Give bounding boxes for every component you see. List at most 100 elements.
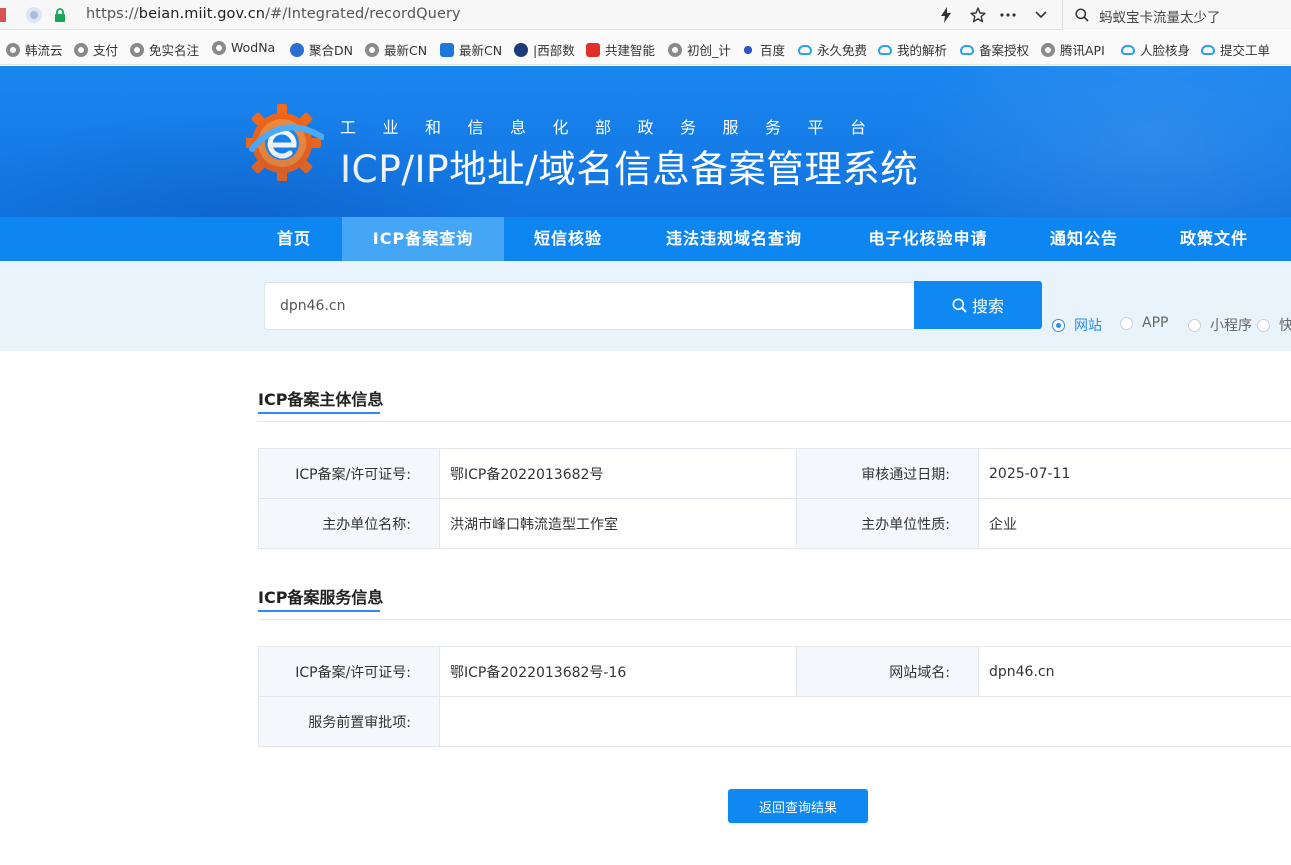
bookmark-item[interactable]: 腾讯API — [1041, 40, 1111, 59]
nav-sms-verify[interactable]: 短信核验 — [504, 217, 632, 261]
bookmark-label: 共建智能 — [605, 43, 656, 58]
table-row: ICP备案/许可证号: 鄂ICP备2022013682号 审核通过日期: 202… — [258, 448, 1291, 499]
bookmark-label: 备案授权 — [979, 43, 1030, 58]
lightning-icon[interactable] — [935, 4, 957, 26]
browser-search-box[interactable]: 蚂蚁宝卡流量太少了 — [1063, 0, 1291, 30]
bookmark-item[interactable]: 最新CN — [365, 40, 435, 59]
site-badge-icon[interactable] — [26, 7, 42, 23]
bookmark-globe-icon — [1041, 42, 1055, 57]
organizer-type-label: 主办单位性质: — [796, 498, 979, 549]
star-icon[interactable] — [967, 4, 989, 26]
bookmark-item[interactable]: 永久免费 — [798, 40, 870, 59]
bookmark-globe-icon — [212, 40, 226, 55]
table-row: ICP备案/许可证号: 鄂ICP备2022013682号-16 网站域名: dp… — [258, 646, 1291, 697]
nav-illegal-domain-query[interactable]: 违法违规域名查询 — [632, 217, 836, 261]
bookmark-navy-icon — [514, 42, 528, 57]
radio-label: APP — [1142, 315, 1169, 331]
nav-home[interactable]: 首页 — [246, 217, 342, 261]
radio-quickapp[interactable]: 快 — [1257, 315, 1291, 335]
radio-dot-icon — [1257, 318, 1270, 332]
url-path: /#/Integrated/recordQuery — [265, 6, 461, 22]
radio-app[interactable]: APP — [1120, 315, 1168, 331]
bookmark-item[interactable]: 支付 — [74, 40, 124, 59]
bookmark-label: 初创_计 — [687, 43, 731, 58]
organizer-name-label: 主办单位名称: — [258, 498, 440, 549]
bookmark-globe-icon — [365, 42, 379, 57]
lock-icon — [55, 8, 65, 22]
system-title: ICP/IP地址/域名信息备案管理系统 — [340, 147, 919, 191]
pre-approval-label: 服务前置审批项: — [258, 696, 440, 747]
license-number-value: 鄂ICP备2022013682号 — [439, 448, 797, 499]
bookmark-item[interactable]: 提交工单 — [1201, 40, 1275, 59]
bookmark-item[interactable]: 我的解析 — [878, 40, 950, 59]
bookmark-item[interactable]: 免实名注 — [130, 40, 206, 59]
nav-e-verify-apply[interactable]: 电子化核验申请 — [836, 217, 1020, 261]
bookmark-label: |西部数 — [533, 43, 575, 58]
bookmarks-bar: 韩流云 支付 免实名注 WodNa 聚合DN 最新CN 最新CN |西部数 共建智能 初创_计 百度… — [0, 31, 1291, 65]
bookmark-item[interactable]: 百度 — [741, 40, 791, 59]
organizer-name-value: 洪湖市峰口韩流造型工作室 — [439, 498, 797, 549]
search-button-label: 搜索 — [971, 297, 1004, 316]
main-nav: 首页 ICP备案查询 短信核验 违法违规域名查询 电子化核验申请 通知公告 政策文件 — [0, 217, 1291, 261]
site-header: 工业和信息化部政务服务平台 ICP/IP地址/域名信息备案管理系统 — [0, 66, 1291, 217]
record-search-input[interactable] — [264, 282, 914, 330]
table-row: 主办单位名称: 洪湖市峰口韩流造型工作室 主办单位性质: 企业 — [258, 498, 1291, 549]
subject-info-table: ICP备案/许可证号: 鄂ICP备2022013682号 审核通过日期: 202… — [258, 448, 1291, 549]
url-prefix: https:// — [86, 6, 139, 22]
bookmark-item[interactable]: 韩流云 — [6, 40, 68, 59]
back-to-results-button[interactable]: 返回查询结果 — [728, 789, 868, 823]
bookmark-cloud-icon — [798, 44, 812, 55]
address-bar: https://beian.miit.gov.cn/#/Integrated/r… — [0, 0, 1291, 30]
bookmark-item[interactable]: 共建智能 — [586, 40, 662, 59]
bookmark-cloud-icon — [1201, 44, 1215, 55]
bookmark-label: 百度 — [760, 43, 786, 58]
chevron-down-icon[interactable] — [1030, 4, 1052, 26]
service-info-table: ICP备案/许可证号: 鄂ICP备2022013682号-16 网站域名: dp… — [258, 646, 1291, 747]
pre-approval-value — [439, 696, 1291, 747]
radio-label: 小程序 — [1210, 318, 1252, 334]
nav-icp-query[interactable]: ICP备案查询 — [342, 217, 504, 261]
nav-notices[interactable]: 通知公告 — [1020, 217, 1148, 261]
subject-info-title: ICP备案主体信息 — [258, 390, 384, 409]
bookmark-item[interactable]: 聚合DN — [290, 40, 360, 59]
approval-date-label: 审核通过日期: — [796, 448, 979, 499]
section-divider — [258, 421, 1291, 422]
bookmark-label: 免实名注 — [149, 43, 200, 58]
url-field[interactable]: https://beian.miit.gov.cn/#/Integrated/r… — [86, 6, 461, 22]
bookmark-globe-icon — [668, 42, 682, 57]
search-button[interactable]: 搜索 — [914, 281, 1042, 329]
platform-subtitle: 工业和信息化部政务服务平台 — [340, 118, 893, 137]
bookmark-item[interactable]: 初创_计 — [668, 40, 734, 59]
bookmark-item[interactable]: WodNa — [212, 40, 284, 55]
radio-dot-icon — [1120, 316, 1133, 330]
radio-dot-icon — [1052, 318, 1065, 332]
bookmark-item[interactable]: 人脸核身 — [1121, 40, 1195, 59]
bookmark-item[interactable]: 最新CN — [440, 40, 510, 59]
bookmark-label: 永久免费 — [817, 43, 868, 58]
bookmark-cloud-icon — [1121, 44, 1135, 55]
subject-info-underline — [258, 412, 380, 414]
bookmark-item[interactable]: |西部数 — [514, 40, 580, 59]
service-info-title: ICP备案服务信息 — [258, 588, 384, 607]
bookmark-label: 韩流云 — [25, 43, 63, 58]
bookmark-label: 我的解析 — [897, 43, 948, 58]
bookmark-item[interactable]: 备案授权 — [960, 40, 1034, 59]
more-icon[interactable] — [997, 4, 1019, 26]
bookmark-globe-icon — [130, 42, 144, 57]
radio-label: 快 — [1279, 318, 1291, 334]
bookmark-shield-icon — [440, 42, 454, 57]
search-band: 搜索 网站 APP 小程序 快 — [0, 261, 1291, 351]
radio-miniprogram[interactable]: 小程序 — [1188, 315, 1252, 335]
nav-policy-docs[interactable]: 政策文件 — [1148, 217, 1280, 261]
bookmark-globe-icon — [74, 42, 88, 57]
service-license-label: ICP备案/许可证号: — [258, 646, 440, 697]
bookmark-label: 最新CN — [459, 43, 503, 58]
gear-e-logo — [246, 104, 324, 181]
bookmark-label: 支付 — [93, 43, 119, 58]
table-row: 服务前置审批项: — [258, 696, 1291, 747]
bookmark-label: 聚合DN — [309, 43, 353, 58]
bookmark-paw-icon — [741, 42, 755, 57]
service-info-underline — [258, 610, 380, 612]
radio-website[interactable]: 网站 — [1052, 315, 1102, 335]
section-divider — [258, 619, 1291, 620]
